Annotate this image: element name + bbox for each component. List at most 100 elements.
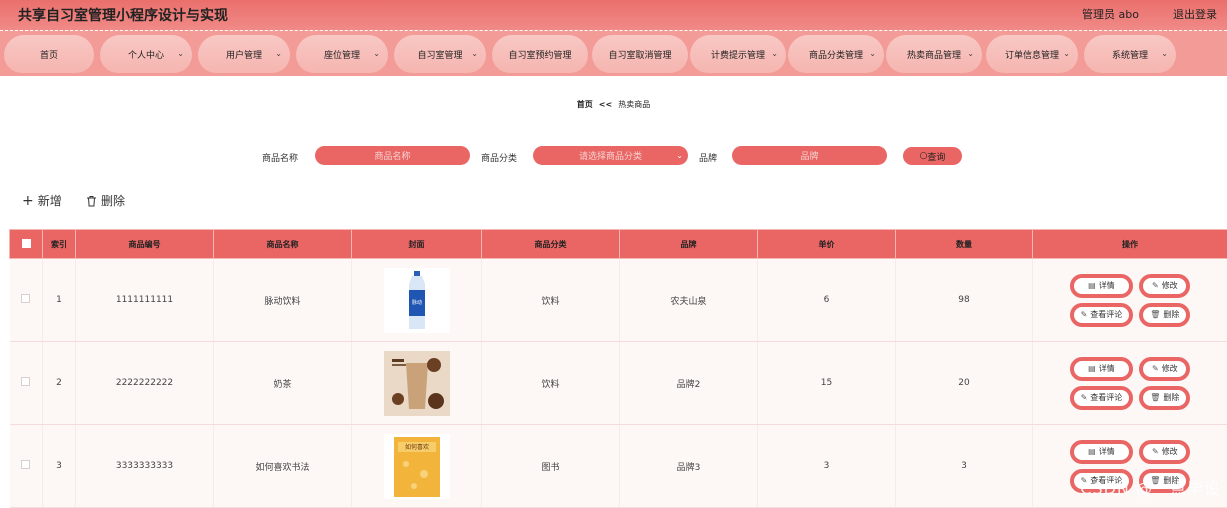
nav-item-3[interactable]: 座位管理⌄: [296, 35, 388, 73]
view-comments-label: 查看评论: [1090, 392, 1122, 403]
search-icon: ○: [920, 151, 928, 161]
row-select-cell: [10, 425, 43, 508]
row-checkbox[interactable]: [21, 377, 30, 386]
actions-cell: ▤详情✎修改✎查看评论🗑删除: [1033, 259, 1227, 342]
column-header: 商品分类: [482, 230, 620, 259]
row-checkbox[interactable]: [21, 460, 30, 469]
chevron-down-icon: ⌄: [373, 49, 380, 58]
watermark: CSDN @一点毕设: [1080, 475, 1221, 499]
nav-item-0[interactable]: 首页: [4, 35, 94, 73]
view-comments-button[interactable]: ✎查看评论: [1070, 303, 1134, 327]
name-search-input[interactable]: 商品名称: [315, 146, 470, 165]
brand-search-input[interactable]: 品牌: [732, 146, 887, 165]
detail-button[interactable]: ▤详情: [1070, 357, 1134, 381]
nav-item-label: 订单信息管理: [1005, 48, 1059, 61]
delete-button[interactable]: 🗑删除: [1139, 386, 1190, 410]
nav-item-8[interactable]: 商品分类管理⌄: [788, 35, 884, 73]
cell-qty: 20: [896, 342, 1033, 425]
nav-item-label: 热卖商品管理: [907, 48, 961, 61]
breadcrumb: 首页<<热卖商品: [0, 99, 1227, 110]
pencil-icon: ✎: [1081, 393, 1088, 402]
batch-delete-button[interactable]: 删除: [86, 192, 125, 209]
category-select[interactable]: 请选择商品分类 ⌄: [533, 146, 688, 165]
main-nav: 首页个人中心⌄用户管理⌄座位管理⌄自习室管理⌄自习室预约管理自习室取消管理计费提…: [0, 30, 1227, 76]
nav-item-4[interactable]: 自习室管理⌄: [394, 35, 486, 73]
table-row: 33333333333如何喜欢书法如何喜欢图书品牌333▤详情✎修改✎查看评论🗑…: [10, 425, 1227, 508]
detail-button[interactable]: ▤详情: [1070, 274, 1134, 298]
column-header: 商品名称: [214, 230, 352, 259]
select-all-checkbox[interactable]: [22, 239, 31, 248]
delete-button-label: 删除: [1163, 392, 1179, 403]
select-all-cell: [10, 230, 43, 259]
edit-button[interactable]: ✎修改: [1139, 274, 1190, 298]
product-cover-image: 如何喜欢: [384, 434, 450, 499]
cell-qty: 98: [896, 259, 1033, 342]
nav-item-label: 个人中心: [128, 48, 164, 61]
breadcrumb-current: 热卖商品: [618, 100, 650, 109]
cell-name: 奶茶: [214, 342, 352, 425]
cell-price: 15: [758, 342, 896, 425]
chevron-down-icon: ⌄: [275, 49, 282, 58]
pencil-icon: ✎: [1152, 364, 1159, 373]
nav-item-label: 系统管理: [1112, 48, 1148, 61]
row-checkbox[interactable]: [21, 294, 30, 303]
column-header: 商品编号: [76, 230, 214, 259]
query-button-label: 查询: [927, 150, 945, 163]
cell-code: 3333333333: [76, 425, 214, 508]
nav-item-label: 自习室取消管理: [608, 48, 671, 61]
chevron-down-icon: ⌄: [471, 49, 478, 58]
column-header: 操作: [1033, 230, 1227, 259]
nav-item-5[interactable]: 自习室预约管理: [492, 35, 588, 73]
svg-text:如何喜欢: 如何喜欢: [404, 443, 428, 451]
current-user: 管理员 abo: [1082, 6, 1139, 22]
chevron-down-icon: ⌄: [967, 49, 974, 58]
edit-button[interactable]: ✎修改: [1139, 357, 1190, 381]
nav-item-11[interactable]: 系统管理 ⌄: [1084, 35, 1176, 73]
nav-item-label: 计费提示管理: [711, 48, 765, 61]
pencil-icon: ✎: [1152, 447, 1159, 456]
name-label: 商品名称: [262, 151, 298, 164]
view-comments-button[interactable]: ✎查看评论: [1070, 386, 1134, 410]
document-icon: ▤: [1088, 364, 1096, 373]
table-row: 11111111111脉动饮料脉动饮料农夫山泉698▤详情✎修改✎查看评论🗑删除: [10, 259, 1227, 342]
breadcrumb-home[interactable]: 首页: [577, 100, 593, 109]
detail-button-label: 详情: [1099, 363, 1115, 374]
nav-item-9[interactable]: 热卖商品管理 ⌄: [886, 35, 982, 73]
products-table: 索引商品编号商品名称封面商品分类品牌单价数量操作 11111111111脉动饮料…: [9, 229, 1227, 508]
table-row: 22222222222奶茶饮料品牌21520▤详情✎修改✎查看评论🗑删除: [10, 342, 1227, 425]
nav-item-7[interactable]: 计费提示管理 ⌄: [690, 35, 786, 73]
detail-button-label: 详情: [1099, 280, 1115, 291]
nav-item-label: 首页: [40, 48, 58, 61]
document-icon: ▤: [1088, 447, 1096, 456]
column-header: 品牌: [620, 230, 758, 259]
cell-index: 2: [43, 342, 76, 425]
cell-category: 饮料: [482, 342, 620, 425]
trash-icon: 🗑: [1150, 310, 1160, 319]
edit-button[interactable]: ✎修改: [1139, 440, 1190, 464]
logout-link[interactable]: 退出登录: [1173, 6, 1217, 22]
edit-button-label: 修改: [1162, 446, 1178, 457]
trash-icon: 🗑: [1150, 393, 1160, 402]
cell-brand: 品牌2: [620, 342, 758, 425]
chevron-down-icon: ⌄: [1161, 49, 1168, 58]
row-select-cell: [10, 342, 43, 425]
nav-item-10[interactable]: 订单信息管理 ⌄: [986, 35, 1078, 73]
pencil-icon: ✎: [1152, 281, 1159, 290]
nav-item-1[interactable]: 个人中心 ⌄: [100, 35, 192, 73]
chevron-down-icon: ⌄: [1063, 49, 1070, 58]
nav-item-6[interactable]: 自习室取消管理: [592, 35, 688, 73]
delete-button[interactable]: 🗑删除: [1139, 303, 1190, 327]
cell-qty: 3: [896, 425, 1033, 508]
cover-cell: 如何喜欢: [352, 425, 482, 508]
column-header: 索引: [43, 230, 76, 259]
detail-button[interactable]: ▤详情: [1070, 440, 1134, 464]
nav-item-2[interactable]: 用户管理⌄: [198, 35, 290, 73]
chevron-down-icon: ⌄: [177, 49, 184, 58]
chevron-down-icon: ⌄: [771, 49, 778, 58]
add-button[interactable]: + 新增: [22, 192, 62, 209]
column-header: 单价: [758, 230, 896, 259]
pencil-icon: ✎: [1081, 310, 1088, 319]
nav-item-label: 商品分类管理: [809, 48, 863, 61]
category-select-placeholder: 请选择商品分类: [579, 149, 642, 162]
query-button[interactable]: ○ 查询: [903, 147, 962, 165]
